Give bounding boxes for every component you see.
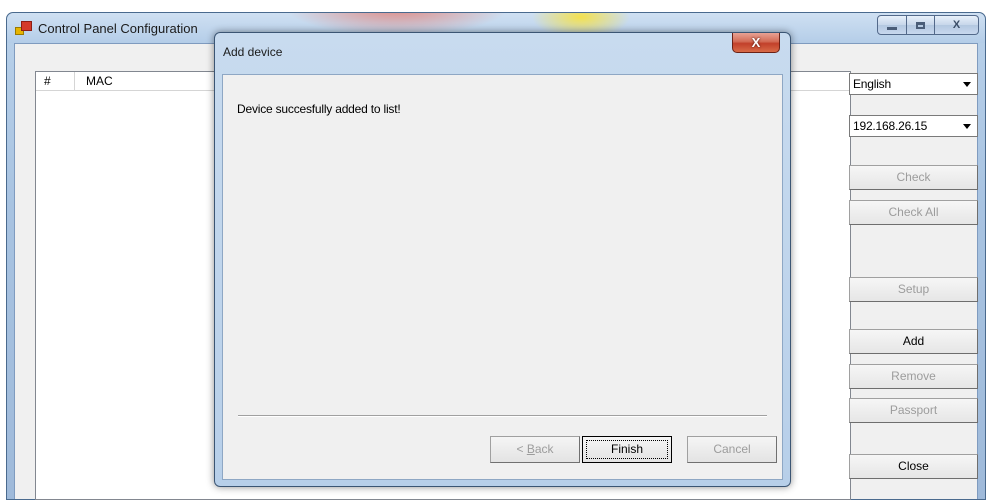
check-all-button[interactable]: Check All — [849, 200, 978, 225]
chevron-down-icon[interactable] — [959, 76, 975, 92]
cancel-button[interactable]: Cancel — [687, 436, 777, 463]
language-select-value: English — [853, 77, 891, 91]
success-message: Device succesfully added to list! — [237, 102, 401, 116]
window-title: Control Panel Configuration — [38, 21, 198, 36]
chevron-down-icon[interactable] — [959, 118, 975, 134]
minimize-button[interactable] — [877, 15, 907, 35]
close-icon: X — [751, 35, 761, 50]
column-divider[interactable] — [74, 72, 75, 90]
app-icon — [15, 21, 32, 35]
maximize-icon — [916, 21, 925, 29]
ip-address-select-value: 192.168.26.15 — [853, 119, 928, 133]
back-button-mnemonic: B — [526, 442, 535, 456]
language-select[interactable]: English — [849, 73, 978, 95]
check-button[interactable]: Check — [849, 165, 978, 190]
add-device-dialog: Add device X Device succesfully added to… — [214, 32, 791, 487]
finish-button[interactable]: Finish — [582, 436, 672, 463]
close-button[interactable]: Close — [849, 454, 978, 479]
close-icon: X — [952, 19, 961, 31]
back-button[interactable]: < Back — [490, 436, 580, 463]
add-button[interactable]: Add — [849, 329, 978, 354]
back-button-prefix: < — [516, 442, 527, 456]
column-header-mac[interactable]: MAC — [86, 74, 113, 88]
setup-button[interactable]: Setup — [849, 277, 978, 302]
ip-address-select[interactable]: 192.168.26.15 — [849, 115, 978, 137]
dialog-divider — [238, 415, 767, 417]
passport-button[interactable]: Passport — [849, 398, 978, 423]
remove-button[interactable]: Remove — [849, 364, 978, 389]
dialog-title: Add device — [223, 45, 283, 59]
window-controls: X — [877, 15, 979, 37]
window-close-button[interactable]: X — [935, 15, 979, 35]
back-button-rest: ack — [534, 442, 554, 456]
minimize-icon — [887, 26, 897, 30]
maximize-button[interactable] — [907, 15, 935, 35]
dialog-body: Device succesfully added to list! < Back… — [222, 74, 783, 480]
column-header-number[interactable]: # — [44, 74, 51, 88]
dialog-close-button[interactable]: X — [732, 33, 780, 53]
finish-button-label: Finish — [586, 440, 668, 459]
